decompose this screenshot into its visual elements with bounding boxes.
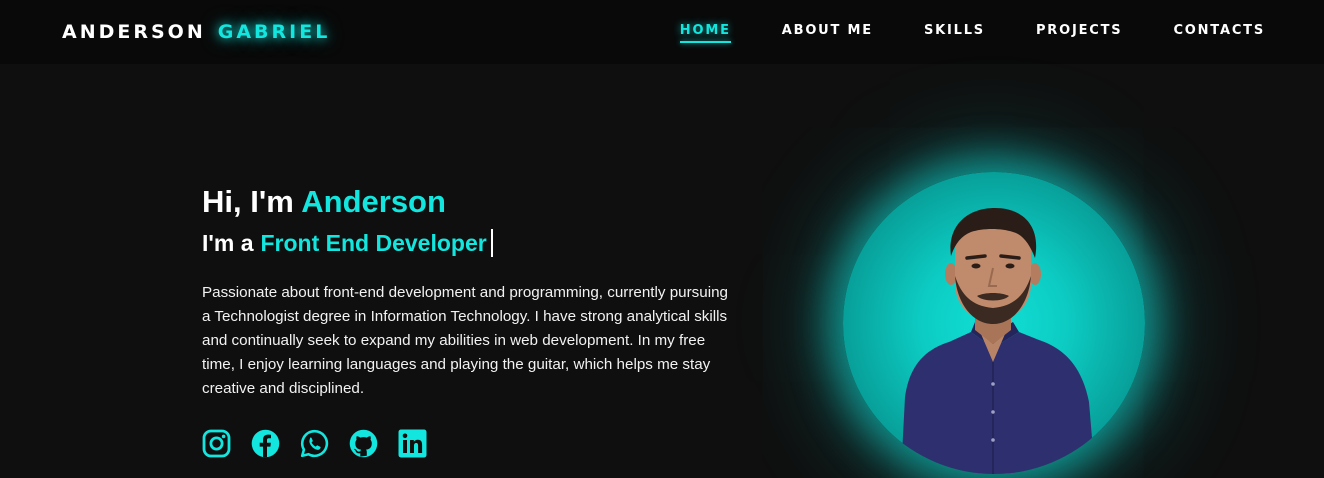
nav-home[interactable]: HOME: [679, 23, 731, 43]
hero-bio: Passionate about front-end development a…: [202, 284, 728, 397]
hero-intro: Hi, I'm Anderson I'm a Front End Develop…: [202, 182, 742, 458]
role-prefix: I'm a: [202, 230, 254, 256]
instagram-icon: [202, 429, 231, 458]
hero-greeting: Hi, I'm Anderson: [202, 182, 742, 222]
social-links: [202, 429, 742, 458]
logo-last-name: GABRIEL: [217, 21, 331, 43]
instagram-link[interactable]: [202, 429, 231, 458]
hero-role: I'm a Front End Developer: [202, 227, 742, 259]
logo-first-name: ANDERSON: [62, 21, 206, 43]
whatsapp-icon: [300, 429, 329, 458]
nav-skills[interactable]: SKILLS: [924, 23, 985, 41]
site-header: ANDERSON GABRIEL HOME ABOUT ME SKILLS PR…: [0, 0, 1324, 64]
github-link[interactable]: [349, 429, 378, 458]
greeting-prefix: Hi, I'm: [202, 184, 294, 219]
typing-caret: [490, 229, 493, 257]
role-title: Front End Developer: [260, 230, 487, 256]
whatsapp-link[interactable]: [300, 429, 329, 458]
greeting-name: Anderson: [301, 184, 446, 219]
profile-avatar: [843, 172, 1145, 474]
main-nav: HOME ABOUT ME SKILLS PROJECTS CONTACTS: [679, 23, 1265, 43]
linkedin-link[interactable]: [398, 429, 427, 458]
profile-photo: [901, 208, 1095, 474]
linkedin-icon: [398, 429, 427, 458]
github-icon: [349, 429, 378, 458]
nav-projects[interactable]: PROJECTS: [1036, 23, 1122, 41]
nav-about-me[interactable]: ABOUT ME: [782, 23, 873, 41]
facebook-icon: [251, 429, 280, 458]
nav-contacts[interactable]: CONTACTS: [1173, 23, 1265, 41]
site-logo[interactable]: ANDERSON GABRIEL: [62, 21, 330, 43]
facebook-link[interactable]: [251, 429, 280, 458]
